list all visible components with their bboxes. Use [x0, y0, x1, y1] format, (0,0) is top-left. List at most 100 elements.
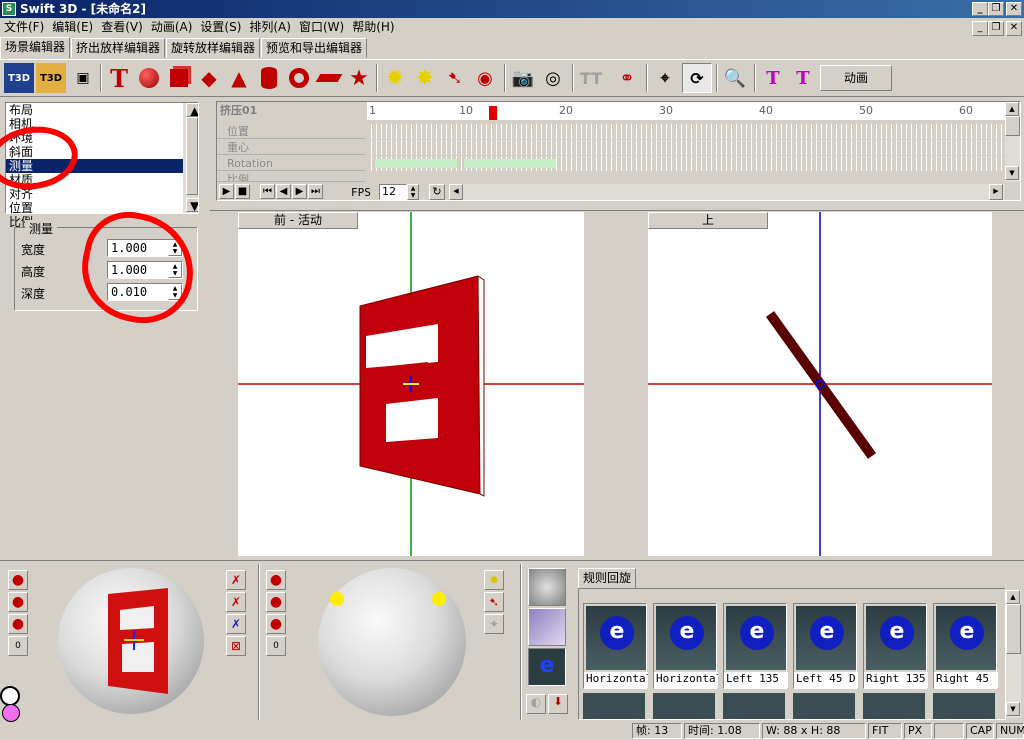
next-frame-icon[interactable]: ▶: [292, 184, 307, 199]
scroll-left-icon[interactable]: ◀: [449, 184, 463, 200]
pyramid-icon[interactable]: ◆: [194, 63, 224, 93]
camera-target-icon[interactable]: ◎: [538, 63, 568, 93]
track-position[interactable]: [367, 124, 1007, 139]
save-disk-icon[interactable]: ▣: [68, 63, 98, 93]
text-style-icon[interactable]: T: [758, 63, 788, 93]
sphere-icon[interactable]: [134, 63, 164, 93]
add-trackball-light-icon[interactable]: ✸: [410, 63, 440, 93]
front-viewport[interactable]: 前 - 活动: [238, 212, 584, 556]
menu-view[interactable]: 查看(V): [97, 18, 147, 37]
top-viewport[interactable]: 上: [648, 212, 992, 556]
first-frame-icon[interactable]: ⏮: [260, 184, 275, 199]
camera-move-icon[interactable]: ⌖: [650, 63, 680, 93]
list-item[interactable]: 对齐: [6, 187, 198, 201]
tab-extrusion-editor[interactable]: 挤出放样编辑器: [71, 38, 166, 58]
track-pivot[interactable]: [367, 140, 1007, 155]
light-rotate-vertical-icon[interactable]: ●: [266, 592, 286, 612]
tab-scene-editor[interactable]: 场景编辑器: [0, 37, 71, 58]
menu-edit[interactable]: 编辑(E): [48, 18, 97, 37]
close-button[interactable]: ✕: [1006, 2, 1022, 16]
play-icon[interactable]: ▶: [219, 184, 234, 199]
gallery-item[interactable]: e Left 135: [723, 603, 788, 689]
lock-x-icon[interactable]: ✗: [226, 570, 246, 590]
torus-icon[interactable]: [284, 63, 314, 93]
paint-icon[interactable]: ◐: [526, 694, 546, 714]
scroll-up-icon[interactable]: ▲: [1006, 590, 1020, 604]
menu-file[interactable]: 文件(F): [0, 18, 48, 37]
gallery-item[interactable]: e Horizontal: [653, 603, 718, 689]
animation-category-icon[interactable]: e: [528, 648, 566, 686]
tab-preview-export-editor[interactable]: 预览和导出编辑器: [261, 38, 368, 58]
spot-light-icon[interactable]: ➷: [440, 63, 470, 93]
mdi-minimize-button[interactable]: _: [972, 21, 988, 36]
scroll-up-icon[interactable]: ▲: [186, 103, 198, 117]
scroll-down-icon[interactable]: ▼: [186, 198, 198, 212]
new-t3d-icon[interactable]: T3D: [4, 63, 34, 93]
scroll-right-icon[interactable]: ▶: [989, 184, 1003, 200]
fps-input[interactable]: 12: [379, 184, 407, 200]
prev-frame-icon[interactable]: ◀: [276, 184, 291, 199]
list-scrollbar[interactable]: ▲ ▼: [183, 103, 198, 213]
object-trackball[interactable]: [58, 568, 204, 714]
link-objects-icon[interactable]: ⚭: [612, 63, 642, 93]
open-t3d-icon[interactable]: T3D: [36, 63, 66, 93]
mdi-close-button[interactable]: ✕: [1006, 21, 1022, 36]
track-rotation[interactable]: [367, 156, 1007, 171]
lock-y-icon[interactable]: ✗: [226, 592, 246, 612]
materials-category-icon[interactable]: [528, 568, 566, 606]
rotate-free-icon[interactable]: ●: [8, 570, 28, 590]
rotate-vertical-icon[interactable]: ●: [8, 592, 28, 612]
camera-icon[interactable]: 📷: [508, 63, 538, 93]
plane-icon[interactable]: [314, 63, 344, 93]
timeline-vscroll[interactable]: ▲ ▼: [1005, 102, 1020, 182]
environment-category-icon[interactable]: [528, 608, 566, 646]
scroll-down-icon[interactable]: ▼: [1005, 166, 1019, 180]
light-spot-small-icon[interactable]: ➷: [484, 592, 504, 612]
gallery-item[interactable]: e Left 45 D: [793, 603, 858, 689]
last-frame-icon[interactable]: ⏭: [308, 184, 323, 199]
lighting-trackball[interactable]: [318, 568, 466, 716]
restore-button[interactable]: ❐: [988, 2, 1004, 16]
menu-settings[interactable]: 设置(S): [196, 18, 245, 37]
loop-icon[interactable]: ↻: [429, 184, 445, 200]
star-icon[interactable]: ★: [344, 63, 374, 93]
light-source-icon[interactable]: [330, 592, 344, 606]
rotation-keyframe-span[interactable]: [464, 159, 556, 168]
gallery-scrollbar[interactable]: ▲ ▼: [1006, 590, 1021, 718]
minimize-button[interactable]: _: [972, 2, 988, 16]
gallery-item[interactable]: e Right 135: [863, 603, 928, 689]
tab-regular-spin[interactable]: 规则回旋: [578, 568, 637, 588]
timeline-hscroll[interactable]: ◀ ▶: [449, 184, 1005, 200]
rotation-zero-button[interactable]: 0: [8, 636, 28, 656]
target-light-icon[interactable]: ◉: [470, 63, 500, 93]
menu-help[interactable]: 帮助(H): [348, 18, 398, 37]
apply-icon[interactable]: ⬇: [548, 694, 568, 714]
add-light-small-icon[interactable]: ✹: [484, 570, 504, 590]
menu-window[interactable]: 窗口(W): [295, 18, 348, 37]
light-rotate-horizontal-icon[interactable]: ●: [266, 614, 286, 634]
text-style-2-icon[interactable]: T: [788, 63, 818, 93]
gallery-item[interactable]: e Horizontal: [583, 603, 648, 689]
scroll-up-icon[interactable]: ▲: [1005, 102, 1019, 116]
mdi-restore-button[interactable]: ❐: [988, 21, 1004, 36]
zoom-icon[interactable]: 🔍: [720, 63, 750, 93]
add-light-icon[interactable]: ✹: [380, 63, 410, 93]
scroll-down-icon[interactable]: ▼: [1006, 702, 1020, 716]
cylinder-icon[interactable]: [254, 63, 284, 93]
cube-icon[interactable]: [164, 63, 194, 93]
lock-z-icon[interactable]: ✗: [226, 614, 246, 634]
fps-spinner[interactable]: ▲ ▼: [407, 184, 419, 200]
rotate-horizontal-icon[interactable]: ●: [8, 614, 28, 634]
animate-button[interactable]: 动画: [820, 65, 892, 91]
list-item[interactable]: 位置: [6, 201, 198, 215]
text-tool-icon[interactable]: T: [104, 63, 134, 93]
light-source-icon[interactable]: [432, 592, 446, 606]
gallery-item[interactable]: e Right 45: [933, 603, 998, 689]
playhead[interactable]: [489, 106, 497, 120]
menu-arrange[interactable]: 排列(A): [245, 18, 295, 37]
cone-icon[interactable]: ▲: [224, 63, 254, 93]
menu-animation[interactable]: 动画(A): [147, 18, 197, 37]
light-rotate-free-icon[interactable]: ●: [266, 570, 286, 590]
list-item[interactable]: 布局: [6, 103, 198, 117]
rotation-keyframe-span[interactable]: [375, 159, 457, 168]
